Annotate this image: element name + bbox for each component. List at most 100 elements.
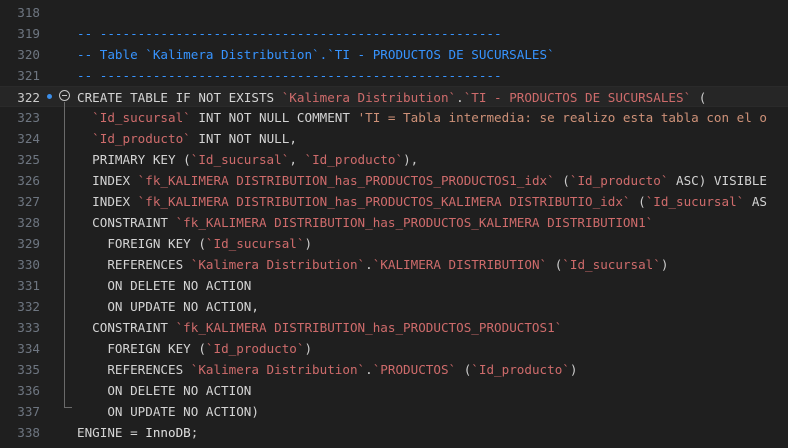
code-token-keyword: ASC) VISIBLE bbox=[668, 173, 768, 188]
code-line[interactable]: 338 ENGINE = InnoDB; bbox=[0, 422, 788, 443]
code-token-ident: `Id_sucursal` bbox=[92, 110, 191, 125]
code-token-string: 'TI = Tabla intermedia: se realizo esta … bbox=[357, 110, 767, 125]
code-token-keyword: INT NOT NULL COMMENT bbox=[190, 110, 358, 125]
code-line[interactable]: 332 ON UPDATE NO ACTION, bbox=[0, 296, 788, 317]
code-token-keyword: ON DELETE NO ACTION bbox=[77, 278, 252, 293]
code-token-ident: `Kalimera Distribution` bbox=[190, 362, 366, 377]
code-token-ident: `Id_producto` bbox=[569, 173, 669, 188]
line-number: 334 bbox=[17, 341, 40, 356]
code-token-keyword: REFERENCES bbox=[77, 362, 191, 377]
code-line[interactable]: 325 PRIMARY KEY (`Id_sucursal`, `Id_prod… bbox=[0, 149, 788, 170]
code-line[interactable]: 334 FOREIGN KEY (`Id_producto`) bbox=[0, 338, 788, 359]
code-line[interactable]: 327 INDEX `fk_KALIMERA DISTRIBUTION_has_… bbox=[0, 191, 788, 212]
line-code: ON UPDATE NO ACTION) bbox=[77, 401, 259, 422]
code-line[interactable]: 328 CONSTRAINT `fk_KALIMERA DISTRIBUTION… bbox=[0, 212, 788, 233]
line-code: CREATE TABLE IF NOT EXISTS `Kalimera Dis… bbox=[77, 87, 706, 108]
code-token-comment: -- -------------------------------------… bbox=[77, 68, 502, 83]
code-token-ident: `fk_KALIMERA DISTRIBUTION_has_PRODUCTOS_… bbox=[175, 320, 563, 335]
line-code: CONSTRAINT `fk_KALIMERA DISTRIBUTION_has… bbox=[77, 317, 562, 338]
line-number: 318 bbox=[17, 5, 40, 20]
code-token-ident: `fk_KALIMERA DISTRIBUTION_has_PRODUCTOS_… bbox=[137, 173, 555, 188]
line-code: INDEX `fk_KALIMERA DISTRIBUTION_has_PROD… bbox=[77, 170, 767, 191]
code-token-ident: `Id_sucursal` bbox=[205, 236, 305, 251]
code-token-plain: ) bbox=[569, 362, 578, 377]
line-number: 330 bbox=[17, 257, 40, 272]
line-number: 335 bbox=[17, 362, 40, 377]
code-token-comment: -- -------------------------------------… bbox=[77, 26, 502, 41]
line-number: 319 bbox=[17, 26, 40, 41]
code-token-ident: `KALIMERA DISTRIBUTION` bbox=[372, 257, 548, 272]
line-number: 331 bbox=[17, 278, 40, 293]
line-code: -- Table `Kalimera Distribution`.`TI - P… bbox=[77, 44, 555, 65]
code-line[interactable]: 335 REFERENCES `Kalimera Distribution`.`… bbox=[0, 359, 788, 380]
code-token-ident: `PRODUCTOS` bbox=[372, 362, 457, 377]
line-number: 329 bbox=[17, 236, 40, 251]
line-code: -- -------------------------------------… bbox=[77, 65, 502, 86]
line-code: REFERENCES `Kalimera Distribution`.`KALI… bbox=[77, 254, 668, 275]
fold-range-guide-end bbox=[64, 407, 72, 408]
code-token-keyword: PRIMARY KEY ( bbox=[77, 152, 191, 167]
code-token-keyword: INDEX bbox=[77, 194, 138, 209]
code-token-ident: `Kalimera Distribution` bbox=[190, 257, 366, 272]
code-line[interactable]: 329 FOREIGN KEY (`Id_sucursal`) bbox=[0, 233, 788, 254]
code-token-ident: `Id_sucursal` bbox=[645, 194, 745, 209]
line-code: ON UPDATE NO ACTION, bbox=[77, 296, 259, 317]
line-number: 325 bbox=[17, 152, 40, 167]
code-line[interactable]: 331 ON DELETE NO ACTION bbox=[0, 275, 788, 296]
fold-range-guide bbox=[64, 102, 65, 408]
code-line[interactable]: 322 CREATE TABLE IF NOT EXISTS `Kalimera … bbox=[0, 86, 788, 107]
code-token-plain: ( bbox=[547, 257, 563, 272]
code-line[interactable]: 321 -- ----------------------------------… bbox=[0, 65, 788, 86]
code-line[interactable]: 324 `Id_producto` INT NOT NULL, bbox=[0, 128, 788, 149]
code-token-plain: ( bbox=[691, 90, 707, 105]
line-code: -- -------------------------------------… bbox=[77, 23, 502, 44]
code-token-keyword: CONSTRAINT bbox=[77, 320, 176, 335]
code-token-ident: `Id_sucursal` bbox=[190, 152, 290, 167]
line-code: ON DELETE NO ACTION bbox=[77, 380, 251, 401]
code-line[interactable]: 337 ON UPDATE NO ACTION) bbox=[0, 401, 788, 422]
code-token-ident: `Id_sucursal` bbox=[562, 257, 661, 272]
code-token-comment: -- Table `Kalimera Distribution`.`TI - P… bbox=[77, 47, 555, 62]
code-token-keyword: AS bbox=[744, 194, 768, 209]
code-token-keyword: FOREIGN KEY ( bbox=[77, 341, 206, 356]
line-code: REFERENCES `Kalimera Distribution`.`PROD… bbox=[77, 359, 577, 380]
line-code: FOREIGN KEY (`Id_sucursal`) bbox=[77, 233, 312, 254]
code-line[interactable]: 326 INDEX `fk_KALIMERA DISTRIBUTION_has_… bbox=[0, 170, 788, 191]
code-token-plain: ( bbox=[630, 194, 646, 209]
code-line[interactable]: 336 ON DELETE NO ACTION bbox=[0, 380, 788, 401]
code-token-keyword: ON UPDATE NO ACTION) bbox=[77, 404, 259, 419]
line-code: FOREIGN KEY (`Id_producto`) bbox=[77, 338, 312, 359]
code-editor[interactable]: 318 319 -- -------------------------------… bbox=[0, 0, 788, 448]
line-code: ON DELETE NO ACTION bbox=[77, 275, 251, 296]
line-number: 332 bbox=[17, 299, 40, 314]
code-token-plain: ( bbox=[456, 362, 472, 377]
code-token-plain: . bbox=[365, 257, 373, 272]
line-number: 327 bbox=[17, 194, 40, 209]
line-code: ENGINE = InnoDB; bbox=[77, 422, 198, 443]
code-token-keyword: ENGINE = bbox=[77, 425, 146, 440]
code-line[interactable]: 319 -- ----------------------------------… bbox=[0, 23, 788, 44]
code-token-ident: `Id_producto` bbox=[471, 362, 570, 377]
code-token-ident: `fk_KALIMERA DISTRIBUTION_has_PRODUCTOS_… bbox=[137, 194, 631, 209]
line-code: `Id_sucursal` INT NOT NULL COMMENT 'TI =… bbox=[77, 107, 767, 128]
line-code: CONSTRAINT `fk_KALIMERA DISTRIBUTION_has… bbox=[77, 212, 653, 233]
code-line[interactable]: 318 bbox=[0, 2, 788, 23]
line-number: 338 bbox=[17, 425, 40, 440]
line-number: 337 bbox=[17, 404, 40, 419]
code-token-plain: ) bbox=[304, 236, 313, 251]
code-line[interactable]: 333 CONSTRAINT `fk_KALIMERA DISTRIBUTION… bbox=[0, 317, 788, 338]
code-token-keyword: INDEX bbox=[77, 173, 138, 188]
code-line[interactable]: 330 REFERENCES `Kalimera Distribution`.`… bbox=[0, 254, 788, 275]
code-line[interactable]: 320 -- Table `Kalimera Distribution`.`TI … bbox=[0, 44, 788, 65]
line-number: 333 bbox=[17, 320, 40, 335]
code-token-ident: `Id_producto` bbox=[304, 152, 404, 167]
line-code: INDEX `fk_KALIMERA DISTRIBUTION_has_PROD… bbox=[77, 191, 767, 212]
code-token-plain: , bbox=[289, 152, 305, 167]
code-token-keyword: FOREIGN KEY ( bbox=[77, 236, 206, 251]
fold-collapse-icon[interactable] bbox=[59, 90, 70, 101]
code-token-plain: ; bbox=[190, 425, 199, 440]
code-line[interactable]: 323 `Id_sucursal` INT NOT NULL COMMENT '… bbox=[0, 107, 788, 128]
code-token-plain: ( bbox=[554, 173, 570, 188]
code-token-keyword: ON DELETE NO ACTION bbox=[77, 383, 252, 398]
